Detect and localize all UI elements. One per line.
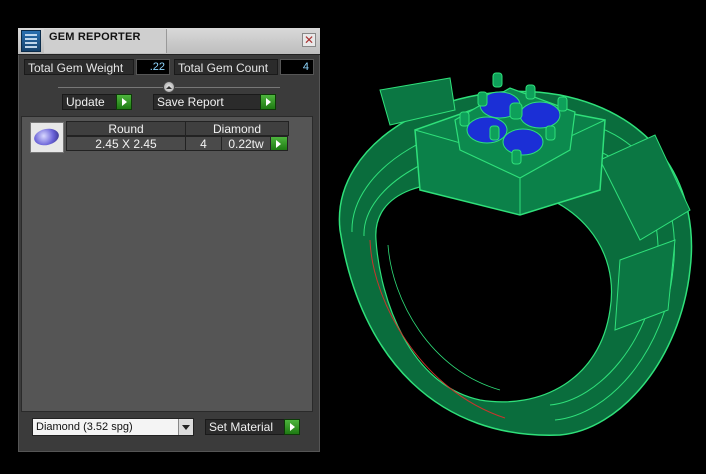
collapse-toggle[interactable]	[163, 81, 175, 93]
update-button[interactable]: Update	[62, 94, 132, 110]
set-material-button[interactable]: Set Material	[205, 419, 300, 435]
gem-count-cell: 4	[185, 136, 222, 151]
dropdown-arrow-icon[interactable]	[178, 419, 193, 435]
gem-list[interactable]: Round Diamond 2.45 X 2.45 4 0.22tw	[21, 116, 313, 412]
play-arrow-icon[interactable]	[116, 94, 132, 110]
total-gem-count-value: 4	[280, 59, 314, 75]
play-arrow-icon[interactable]	[260, 94, 276, 110]
gem-stone	[502, 128, 544, 156]
gem-shape-header: Round	[66, 121, 186, 136]
gem-stone	[519, 101, 561, 129]
round-gem-icon	[30, 122, 64, 153]
gem-reporter-icon	[21, 30, 41, 52]
set-material-button-label: Set Material	[209, 420, 274, 434]
play-arrow-icon[interactable]	[284, 419, 300, 435]
gem-size-cell: 2.45 X 2.45	[66, 136, 186, 151]
select-gem-arrow-icon[interactable]	[270, 136, 288, 151]
gem-reporter-panel: GEM REPORTER ✕ Total Gem Weight .22 Tota…	[18, 28, 320, 452]
close-icon[interactable]: ✕	[302, 33, 316, 47]
total-gem-weight-value: .22	[136, 59, 170, 75]
title-bar[interactable]: GEM REPORTER ✕	[18, 28, 320, 55]
gem-stone	[466, 116, 508, 144]
material-select-value: Diamond (3.52 spg)	[36, 421, 133, 433]
save-report-button-label: Save Report	[157, 95, 224, 109]
gem-weight-cell: 0.22tw	[221, 136, 271, 151]
update-button-label: Update	[66, 95, 105, 109]
material-select[interactable]: Diamond (3.52 spg)	[32, 418, 194, 436]
save-report-button[interactable]: Save Report	[153, 94, 276, 110]
gem-material-header: Diamond	[185, 121, 289, 136]
total-gem-weight-label: Total Gem Weight	[24, 59, 134, 75]
total-gem-count-label: Total Gem Count	[174, 59, 278, 75]
window-title: GEM REPORTER	[49, 31, 141, 43]
